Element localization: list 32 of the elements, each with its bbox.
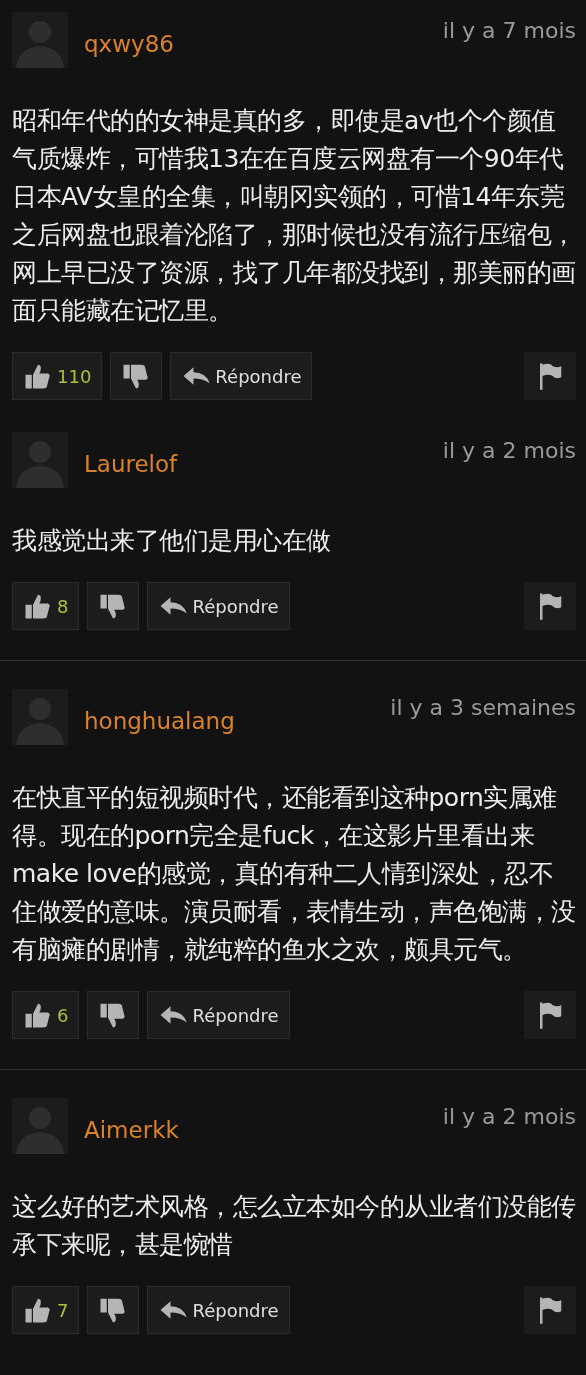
dislike-button[interactable] xyxy=(87,1286,140,1334)
username[interactable]: Aimerkk xyxy=(84,1117,179,1143)
username[interactable]: Laurelof xyxy=(84,451,178,477)
reply-button[interactable]: Répondre xyxy=(170,352,313,400)
like-button[interactable]: 8 xyxy=(12,582,80,630)
dislike-button[interactable] xyxy=(87,582,140,630)
flag-button[interactable] xyxy=(524,352,576,400)
like-button[interactable]: 110 xyxy=(12,352,103,400)
flag-button[interactable] xyxy=(524,1286,576,1334)
username[interactable]: honghualang xyxy=(84,708,235,734)
comment-time: il y a 7 mois xyxy=(442,18,576,43)
reply-button[interactable]: Répondre xyxy=(147,1286,290,1334)
avatar-icon xyxy=(12,432,68,488)
like-button[interactable]: 7 xyxy=(12,1286,80,1334)
like-button[interactable]: 6 xyxy=(12,991,80,1039)
dislike-button[interactable] xyxy=(87,991,140,1039)
comment-text: 在快直平的短视频时代，还能看到这种porn实属难得。现在的porn完全是fuck，在这影片里看出来make love的感觉，真的有种二人情到深处，忍不住做爱的意味。演员耐看，表情生动，声色饱满，没有脑瘫的剧情，就纯粹的鱼水之欢，颇具元气。 xyxy=(12,782,576,966)
flag-button[interactable] xyxy=(524,991,576,1039)
avatar-icon xyxy=(12,689,68,745)
comment-time: il y a 2 mois xyxy=(442,438,576,463)
comment-text: 这么好的艺术风格，怎么立本如今的从业者们没能传承下来呢，甚是惋惜 xyxy=(12,1191,576,1261)
comment-time: il y a 3 semaines xyxy=(390,695,576,720)
reply-button[interactable]: Répondre xyxy=(147,991,290,1039)
avatar-icon xyxy=(12,12,68,68)
flag-button[interactable] xyxy=(524,582,576,630)
avatar-icon xyxy=(12,1098,68,1154)
dislike-button[interactable] xyxy=(110,352,163,400)
reply-button[interactable]: Répondre xyxy=(147,582,290,630)
comment-time: il y a 2 mois xyxy=(442,1104,576,1129)
username[interactable]: qxwy86 xyxy=(84,31,174,57)
comment-text: 昭和年代的的女神是真的多，即使是av也个个颜值气质爆炸，可惜我13在在百度云网盘有一个90年代日本AV女皇的全集，叫朝冈实领的，可惜14年东莞之后网盘也跟着沦陷了，那时候也没有流行压缩包，网上早已没了资源，找了几年都没找到，那美丽的画面只能藏在记忆里。 xyxy=(12,105,576,327)
comment-text: 我感觉出来了他们是用心在做 xyxy=(12,525,332,557)
